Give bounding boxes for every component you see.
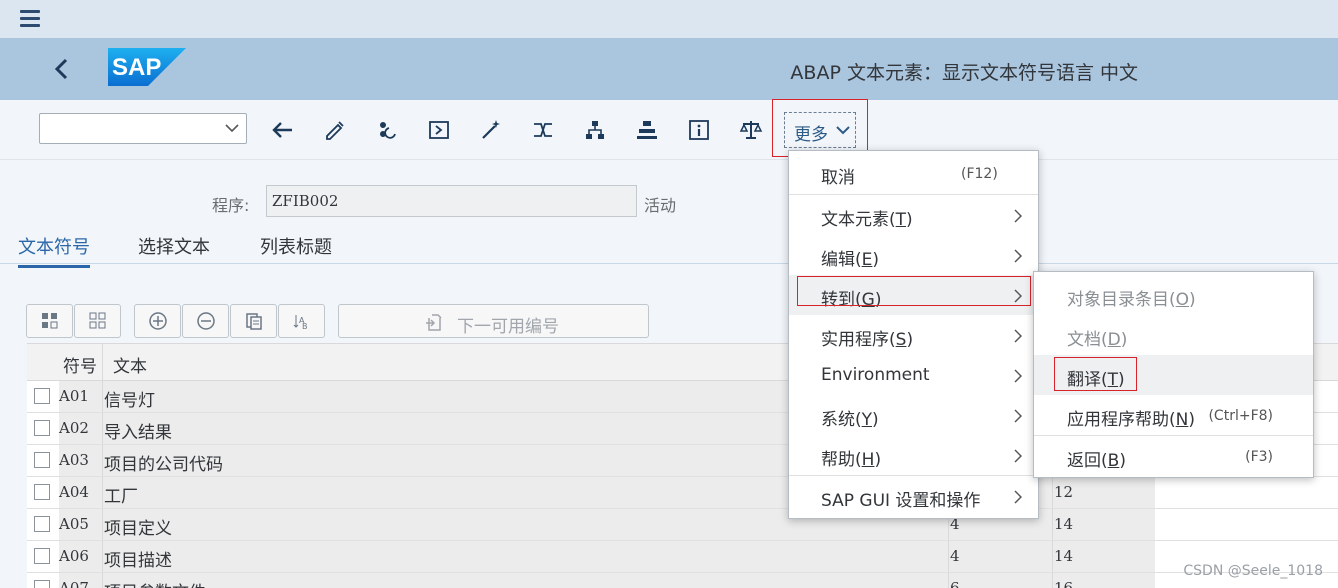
symbol-cell: A01 xyxy=(59,381,102,412)
length-cell: 6 xyxy=(948,573,1052,588)
sort-icon: AB xyxy=(293,315,308,331)
symbol-cell: A05 xyxy=(59,509,102,540)
submenu-item-application-help[interactable]: 应用程序帮助(N) (Ctrl+F8) xyxy=(1034,395,1313,435)
submenu-item-documentation[interactable]: 文档(D) xyxy=(1034,315,1313,355)
submenu-item-object-directory-entry[interactable]: 对象目录条目(O) xyxy=(1034,275,1313,315)
table-row[interactable]: A04 工厂 12 xyxy=(27,477,1338,509)
share-icon[interactable] xyxy=(531,118,555,142)
max-length-cell: 12 xyxy=(1052,477,1155,508)
row-checkbox[interactable] xyxy=(34,548,50,564)
svg-text:SAP: SAP xyxy=(112,54,161,81)
edit-icon[interactable] xyxy=(323,118,347,142)
submenu-item-back[interactable]: 返回(B) (F3) xyxy=(1034,436,1313,476)
chevron-right-icon xyxy=(1014,329,1022,343)
program-label: 程序: xyxy=(212,196,250,215)
symbol-cell: A02 xyxy=(59,413,102,444)
row-checkbox[interactable] xyxy=(34,420,50,436)
program-field[interactable]: ZFIB002 xyxy=(266,185,637,217)
menu-item-edit[interactable]: 编辑(E) xyxy=(789,235,1038,275)
chevron-down-icon xyxy=(836,126,850,135)
shell-bar: SAP ABAP 文本元素：显示文本符号语言 中文 xyxy=(0,38,1338,100)
tab-selection-texts[interactable]: 选择文本 xyxy=(138,233,210,265)
table-row[interactable]: A05 项目定义 4 14 xyxy=(27,509,1338,541)
deselect-all-icon xyxy=(89,312,105,329)
tab-strip: 文本符号 选择文本 列表标题 xyxy=(0,228,1338,268)
info-icon[interactable] xyxy=(687,118,711,142)
chevron-right-icon xyxy=(1014,369,1022,383)
next-available-number-label: 下一可用编号 xyxy=(457,317,559,337)
menu-item-environment[interactable]: Environment xyxy=(789,355,1038,395)
chevron-down-icon[interactable] xyxy=(224,120,240,136)
hierarchy-icon[interactable] xyxy=(583,118,607,142)
table-row[interactable]: A07 项目参数文件 6 16 xyxy=(27,573,1338,588)
object-other-icon[interactable] xyxy=(375,118,399,142)
table-row[interactable]: A06 项目描述 4 14 xyxy=(27,541,1338,573)
sap-logo: SAP xyxy=(108,48,186,86)
translation-highlight-box xyxy=(1054,357,1137,391)
sort-button[interactable]: AB xyxy=(278,304,325,338)
length-cell: 4 xyxy=(948,541,1052,572)
menu-item-sap-gui-settings[interactable]: SAP GUI 设置和操作 xyxy=(789,476,1038,516)
row-checkbox[interactable] xyxy=(34,580,50,588)
tab-list-headings[interactable]: 列表标题 xyxy=(260,233,332,265)
text-cell[interactable]: 项目描述 xyxy=(102,541,948,572)
switch-icon[interactable] xyxy=(427,118,451,142)
row-checkbox[interactable] xyxy=(34,388,50,404)
row-checkbox[interactable] xyxy=(34,452,50,468)
chevron-right-icon xyxy=(1014,449,1022,463)
max-length-cell: 16 xyxy=(1052,573,1155,588)
hamburger-menu-icon[interactable] xyxy=(20,10,40,28)
menu-item-utilities[interactable]: 实用程序(S) xyxy=(789,315,1038,355)
deselect-all-button[interactable] xyxy=(74,304,121,338)
symbol-cell: A03 xyxy=(59,445,102,476)
symbol-cell: A07 xyxy=(59,573,102,588)
tab-text-symbols[interactable]: 文本符号 xyxy=(18,233,90,268)
chevron-right-icon xyxy=(1014,490,1022,504)
application-toolbar: 更多 xyxy=(0,99,1338,160)
copy-button[interactable] xyxy=(230,304,277,338)
svg-text:B: B xyxy=(302,322,308,331)
minus-circle-icon xyxy=(196,312,215,330)
column-header-symbol[interactable]: 符号 xyxy=(63,352,97,377)
menu-item-system[interactable]: 系统(Y) xyxy=(789,395,1038,435)
menu-item-text-elements[interactable]: 文本元素(T) xyxy=(789,195,1038,235)
stack-icon[interactable] xyxy=(635,118,659,142)
max-length-cell: 14 xyxy=(1052,541,1155,572)
select-all-button[interactable] xyxy=(26,304,73,338)
more-menu: 取消 (F12) 文本元素(T) 编辑(E) 转到(G) 实用程序(S) Env… xyxy=(788,150,1039,519)
copy-icon xyxy=(245,313,262,330)
magic-wand-icon[interactable] xyxy=(479,118,503,142)
more-label: 更多 xyxy=(794,125,828,145)
menu-bar xyxy=(0,0,1338,38)
watermark: CSDN @Seele_1018 xyxy=(1183,563,1323,579)
delete-row-button[interactable] xyxy=(182,304,229,338)
menu-item-cancel[interactable]: 取消 (F12) xyxy=(789,153,1038,193)
symbol-cell: A04 xyxy=(59,477,102,508)
back-chevron-icon[interactable] xyxy=(52,56,72,82)
page-title: ABAP 文本元素：显示文本符号语言 中文 xyxy=(790,62,1138,84)
text-cell[interactable]: 项目参数文件 xyxy=(102,573,948,588)
add-row-button[interactable] xyxy=(134,304,181,338)
more-button[interactable]: 更多 xyxy=(772,99,868,157)
balance-icon[interactable] xyxy=(739,118,763,142)
chevron-right-icon xyxy=(1014,409,1022,423)
program-status: 活动 xyxy=(644,196,677,215)
plus-circle-icon xyxy=(148,312,167,330)
column-header-text[interactable]: 文本 xyxy=(113,352,147,377)
back-arrow-icon[interactable] xyxy=(271,118,295,142)
menu-item-help[interactable]: 帮助(H) xyxy=(789,435,1038,475)
select-all-icon xyxy=(41,313,57,329)
command-field[interactable] xyxy=(39,113,247,144)
goto-highlight-box xyxy=(797,276,1031,306)
row-checkbox[interactable] xyxy=(34,484,50,500)
next-available-number-button[interactable]: 下一可用编号 xyxy=(338,304,649,338)
chevron-right-icon xyxy=(1014,249,1022,263)
document-export-icon xyxy=(426,314,442,331)
goto-submenu: 对象目录条目(O) 文档(D) 翻译(T) 应用程序帮助(N) (Ctrl+F8… xyxy=(1033,271,1314,478)
symbol-cell: A06 xyxy=(59,541,102,572)
chevron-right-icon xyxy=(1014,209,1022,223)
row-checkbox[interactable] xyxy=(34,516,50,532)
max-length-cell: 14 xyxy=(1052,509,1155,540)
